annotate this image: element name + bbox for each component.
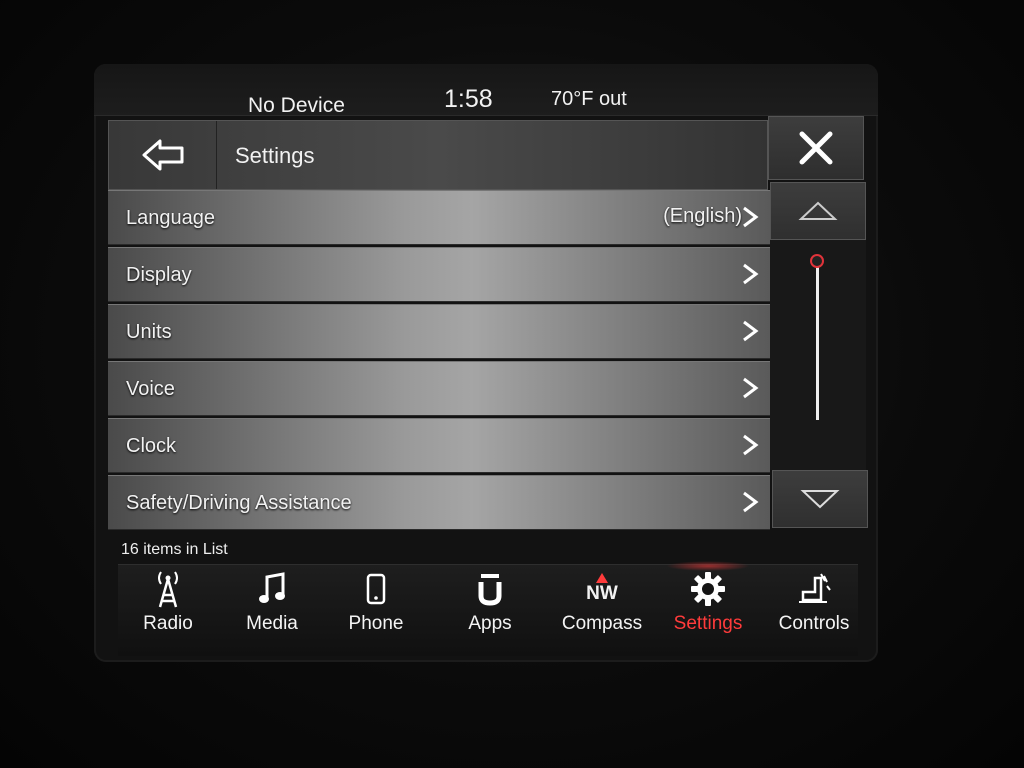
back-button[interactable] xyxy=(109,121,217,189)
gear-icon xyxy=(688,569,728,609)
nav-label: Radio xyxy=(143,613,193,634)
list-item-value: (English) xyxy=(663,205,742,227)
nav-compass[interactable]: NW Compass xyxy=(552,569,652,653)
chevron-right-icon xyxy=(743,206,759,228)
nav-phone[interactable]: Phone xyxy=(326,569,426,653)
chevron-right-icon xyxy=(743,263,759,285)
radio-antenna-icon xyxy=(148,569,188,609)
scrollbar[interactable] xyxy=(770,240,866,470)
back-arrow-icon xyxy=(142,139,183,171)
infotainment-screen: No Device 1:58 70°F out Settings Languag… xyxy=(94,64,878,662)
list-item-label: Voice xyxy=(126,378,175,400)
list-item-display[interactable]: Display xyxy=(108,247,770,302)
scroll-track-line xyxy=(816,262,819,420)
chevron-right-icon xyxy=(743,377,759,399)
clock-display: 1:58 xyxy=(444,85,493,113)
close-button[interactable] xyxy=(768,116,864,180)
phone-icon xyxy=(356,569,396,609)
bottom-nav: Radio Media Phone Apps NW Compass Settin… xyxy=(118,561,858,656)
list-item-clock[interactable]: Clock xyxy=(108,418,770,473)
outside-temperature: 70°F out xyxy=(551,88,627,110)
settings-list: Language (English) Display Units Voice C… xyxy=(108,190,770,530)
list-item-voice[interactable]: Voice xyxy=(108,361,770,416)
triangle-down-icon xyxy=(800,490,840,509)
device-status: No Device xyxy=(248,94,345,117)
page-title: Settings xyxy=(235,143,315,168)
list-item-label: Display xyxy=(126,264,192,286)
nav-controls[interactable]: Controls xyxy=(764,569,864,653)
compass-icon: NW xyxy=(582,569,622,609)
close-icon xyxy=(799,131,833,165)
nav-label: Apps xyxy=(468,613,512,634)
chevron-right-icon xyxy=(743,434,759,456)
scroll-down-button[interactable] xyxy=(772,470,868,528)
chevron-right-icon xyxy=(743,320,759,342)
list-item-language[interactable]: Language (English) xyxy=(108,190,770,245)
list-item-label: Safety/Driving Assistance xyxy=(126,492,352,514)
header-bar: Settings xyxy=(108,120,768,190)
scroll-thumb[interactable] xyxy=(810,254,824,268)
nav-label: Settings xyxy=(673,613,743,634)
list-item-safety-driving-assistance[interactable]: Safety/Driving Assistance xyxy=(108,475,770,530)
list-item-units[interactable]: Units xyxy=(108,304,770,359)
scroll-up-button[interactable] xyxy=(770,182,866,240)
seat-controls-icon xyxy=(794,569,834,609)
list-item-label: Clock xyxy=(126,435,177,457)
list-count: 16 items in List xyxy=(121,541,228,558)
compass-heading: NW xyxy=(586,583,618,604)
nav-label: Phone xyxy=(348,613,404,634)
nav-media[interactable]: Media xyxy=(222,569,322,653)
apps-icon xyxy=(470,569,510,609)
nav-label: Controls xyxy=(778,613,850,634)
nav-settings[interactable]: Settings xyxy=(658,561,758,653)
music-note-icon xyxy=(252,569,292,609)
nav-label: Compass xyxy=(561,613,643,634)
list-item-label: Language xyxy=(126,207,215,229)
status-bar: No Device 1:58 70°F out xyxy=(94,64,878,117)
nav-label: Media xyxy=(246,613,298,634)
chevron-right-icon xyxy=(743,491,759,513)
nav-apps[interactable]: Apps xyxy=(440,569,540,653)
nav-radio[interactable]: Radio xyxy=(118,569,218,653)
triangle-up-icon xyxy=(798,201,838,220)
list-item-label: Units xyxy=(126,321,172,343)
